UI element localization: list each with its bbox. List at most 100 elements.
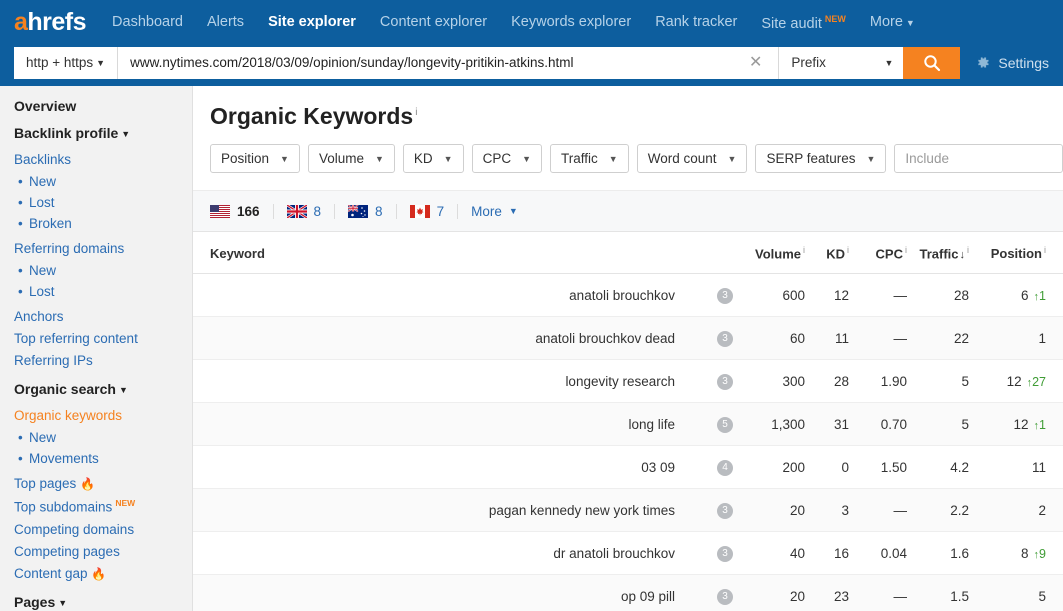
keyword-link[interactable]: longevity research <box>193 359 675 404</box>
volume-cell: 600 <box>733 273 805 318</box>
sidebar-item-top-subdomains[interactable]: Top subdomains NEW <box>14 498 192 515</box>
country-tab-ca[interactable]: 7 <box>409 203 459 219</box>
table-row[interactable]: pagan kennedy new york times 3 20 3—2.2 2 <box>193 488 1063 533</box>
protocol-selector[interactable]: http + https ▼ <box>14 46 119 79</box>
search-button[interactable] <box>903 46 961 79</box>
sidebar-item-content-gap[interactable]: Content gap 🔥 <box>14 566 192 581</box>
keyword-link[interactable]: op 09 pill <box>193 574 675 611</box>
keyword-link[interactable]: long life <box>193 402 675 447</box>
sidebar-item-backlinks[interactable]: Backlinks <box>14 152 192 167</box>
country-tab-us[interactable]: 166 <box>210 203 274 219</box>
sidebar-item-organic-keywords[interactable]: Organic keywords <box>14 408 192 423</box>
arrow-up-icon: ↑ <box>1033 419 1040 432</box>
keyword-link[interactable]: pagan kennedy new york times <box>193 488 675 533</box>
ahrefs-logo[interactable]: ahrefs <box>14 10 87 35</box>
table-row[interactable]: anatoli brouchkov 3 600 12—28 6 ↑1 <box>193 273 1063 318</box>
filter-serp-features[interactable]: SERP features ▼ <box>755 144 887 173</box>
keyword-link[interactable]: anatoli brouchkov <box>193 273 675 318</box>
column-header-kd[interactable]: KD i <box>805 232 849 275</box>
sidebar-section-organic-search[interactable]: Organic search ▼ <box>14 381 192 397</box>
kd-cell: 31 <box>805 402 849 447</box>
table-row[interactable]: long life 5 1,300 31 0.70 5 12 ↑1 <box>193 402 1063 447</box>
info-icon[interactable]: i <box>803 245 805 255</box>
sidebar-item-competing-domains[interactable]: Competing domains <box>14 522 192 537</box>
gear-icon <box>974 54 991 71</box>
cpc-cell: — <box>849 273 907 318</box>
cpc-cell: 1.90 <box>849 359 907 404</box>
nav-item-more[interactable]: More ▼ <box>870 14 915 30</box>
chevron-down-icon: ▼ <box>58 597 68 608</box>
settings-link[interactable]: Settings <box>974 54 1049 71</box>
column-header-keyword[interactable]: Keyword <box>193 232 675 275</box>
column-header-position[interactable]: Position i <box>969 232 1063 275</box>
sidebar-item-top-referring-content[interactable]: Top referring content <box>14 331 192 346</box>
sidebar-item-organic-new[interactable]: New <box>14 430 192 445</box>
sidebar-item-referring-ips[interactable]: Referring IPs <box>14 353 192 368</box>
sidebar-item-overview[interactable]: Overview <box>14 98 192 114</box>
nav-item-content-explorer[interactable]: Content explorer <box>380 14 487 30</box>
sidebar-section-pages[interactable]: Pages ▼ <box>14 594 192 610</box>
nav-item-label: Rank tracker <box>655 14 738 31</box>
position-value: 1 <box>1038 330 1046 346</box>
nav-item-dashboard[interactable]: Dashboard <box>112 14 183 30</box>
table-row[interactable]: anatoli brouchkov dead 3 60 11—22 1 <box>193 316 1063 361</box>
filter-position[interactable]: Position ▼ <box>210 144 300 173</box>
sidebar-item-backlinks-broken[interactable]: Broken <box>14 216 192 231</box>
table-row[interactable]: op 09 pill 3 20 23—1.5 5 <box>193 574 1063 611</box>
nav-item-keywords-explorer[interactable]: Keywords explorer <box>511 14 631 30</box>
sidebar-item-backlinks-lost[interactable]: Lost <box>14 195 192 210</box>
position-cell: 12 ↑27 <box>969 359 1063 404</box>
sidebar-item-backlinks-new[interactable]: New <box>14 174 192 189</box>
filter-word-count[interactable]: Word count ▼ <box>636 144 748 173</box>
cpc-cell: 0.70 <box>849 402 907 447</box>
nav-item-site-explorer[interactable]: Site explorer <box>268 14 356 30</box>
sidebar-section-backlink-profile[interactable]: Backlink profile ▼ <box>14 125 192 141</box>
country-tab-au[interactable]: 8 <box>348 203 397 219</box>
info-icon[interactable]: i <box>1044 245 1046 255</box>
filter-label: Position <box>221 151 270 166</box>
chevron-down-icon: ▼ <box>96 57 106 68</box>
chevron-down-icon: ▼ <box>608 153 618 164</box>
nav-item-rank-tracker[interactable]: Rank tracker <box>655 14 737 30</box>
sidebar-item-referring-domains[interactable]: Referring domains <box>14 241 192 256</box>
info-icon[interactable]: i <box>905 245 907 255</box>
filter-cpc[interactable]: CPC ▼ <box>471 144 543 173</box>
table-row[interactable]: longevity research 3 300 28 1.90 5 12 ↑27 <box>193 359 1063 404</box>
keyword-link[interactable]: anatoli brouchkov dead <box>193 316 675 361</box>
traffic-cell: 4.2 <box>907 445 969 490</box>
include-filter-input[interactable] <box>894 144 1063 173</box>
url-input[interactable] <box>130 55 741 70</box>
keyword-link[interactable]: dr anatoli brouchkov <box>193 531 675 576</box>
filter-kd[interactable]: KD ▼ <box>402 144 464 173</box>
country-tab-gb[interactable]: 8 <box>286 203 336 219</box>
sidebar-item-top-pages[interactable]: Top pages 🔥 <box>14 476 192 491</box>
sidebar-item-organic-movements[interactable]: Movements <box>14 451 192 466</box>
word-count-badge: 3 <box>717 546 733 563</box>
filter-label: Volume <box>318 151 364 166</box>
nav-item-alerts[interactable]: Alerts <box>207 14 244 30</box>
column-header-cpc[interactable]: CPC i <box>849 232 907 275</box>
info-icon[interactable]: i <box>415 107 417 118</box>
column-header-traffic[interactable]: Traffic↓ i <box>907 232 969 275</box>
info-icon[interactable]: i <box>847 245 849 255</box>
close-icon[interactable]: ✕ <box>741 54 770 71</box>
sidebar-item-competing-pages[interactable]: Competing pages <box>14 544 192 559</box>
info-icon[interactable]: i <box>967 245 969 255</box>
new-badge: NEW <box>824 13 846 24</box>
position-value: 6 <box>1021 287 1029 303</box>
sidebar-item-refdomains-new[interactable]: New <box>14 263 192 278</box>
table-row[interactable]: 03 09 4 200 0 1.50 4.2 11 <box>193 445 1063 490</box>
sidebar-item-anchors[interactable]: Anchors <box>14 309 192 324</box>
sidebar-section-label: Backlink profile <box>14 125 119 141</box>
column-header-volume[interactable]: Volume i <box>733 232 805 275</box>
filter-label: CPC <box>482 151 512 166</box>
keyword-link[interactable]: 03 09 <box>193 445 675 490</box>
filter-traffic[interactable]: Traffic ▼ <box>550 144 629 173</box>
chevron-down-icon: ▼ <box>905 17 915 28</box>
table-row[interactable]: dr anatoli brouchkov 3 40 16 0.04 1.6 8 ↑9 <box>193 531 1063 576</box>
sidebar-item-refdomains-lost[interactable]: Lost <box>14 284 192 299</box>
nav-item-site-audit[interactable]: Site audit NEW <box>761 14 845 32</box>
match-mode-selector[interactable]: Prefix ▼ <box>778 46 904 79</box>
country-tabs-more[interactable]: More ▼ <box>471 204 518 219</box>
filter-volume[interactable]: Volume ▼ <box>307 144 395 173</box>
